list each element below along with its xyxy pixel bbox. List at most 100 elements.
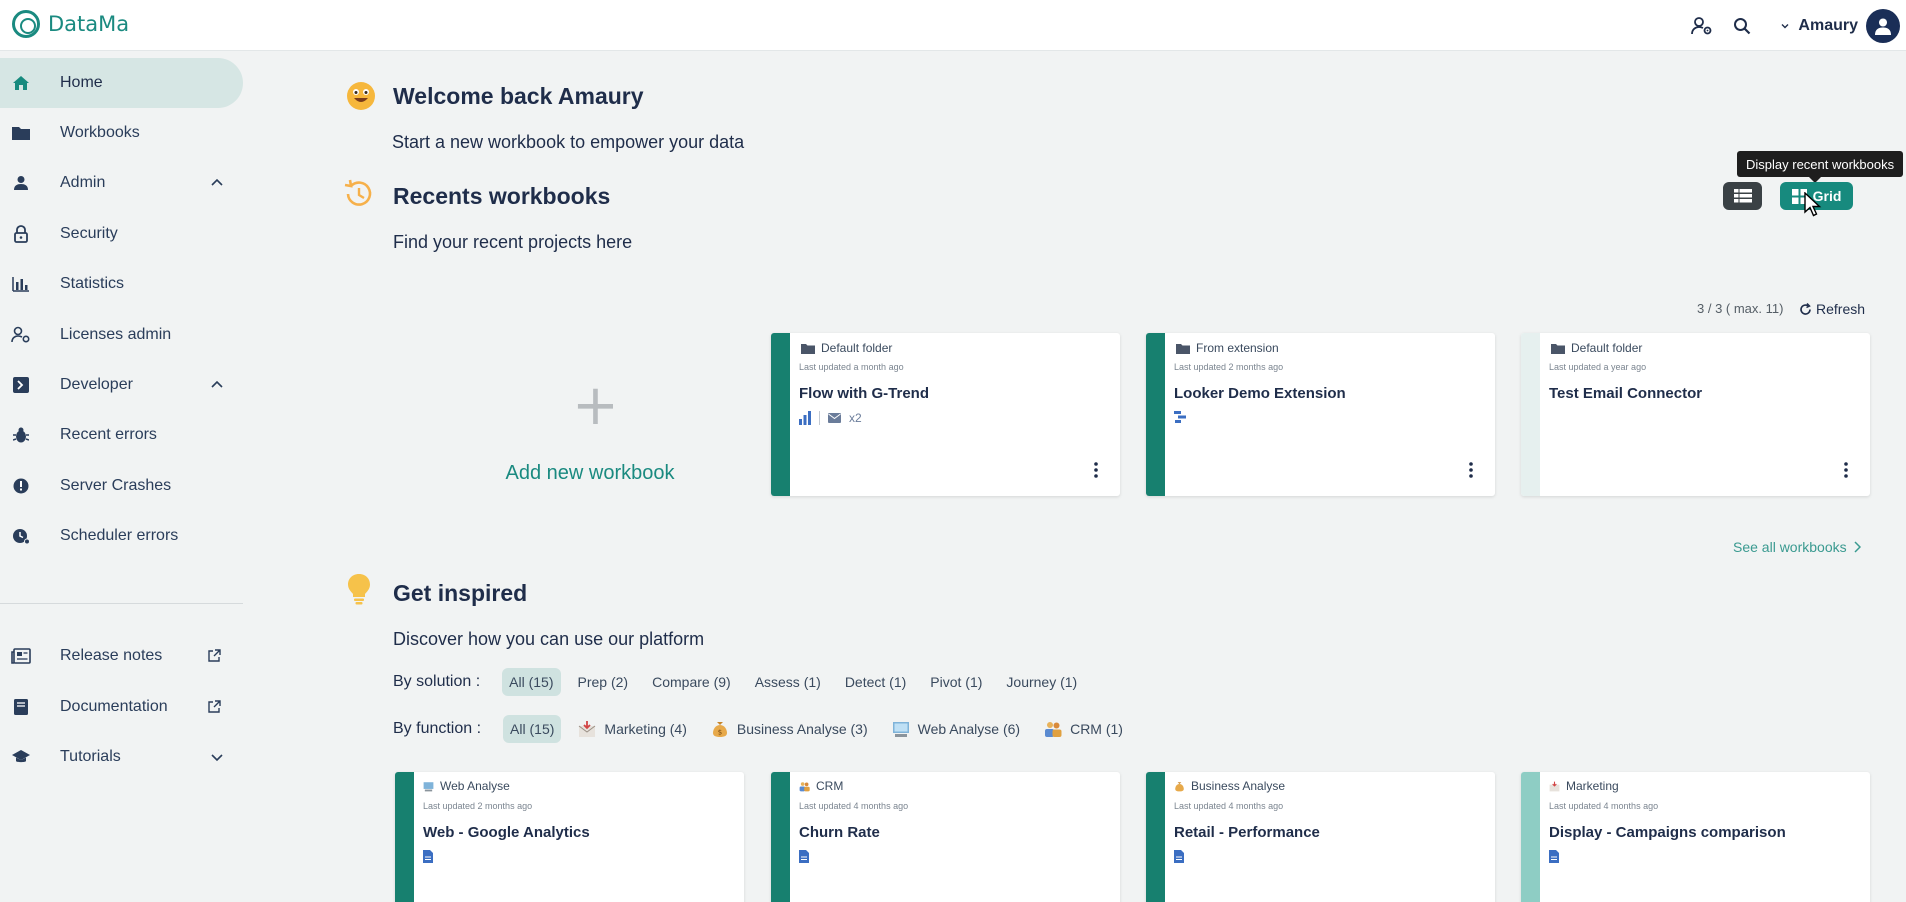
card-accent <box>771 772 790 902</box>
sidebar-item-documentation[interactable]: Documentation <box>0 682 243 732</box>
sidebar-item-admin[interactable]: Admin <box>0 158 243 208</box>
smiley-icon <box>347 82 375 110</box>
chevron-down-icon[interactable] <box>209 749 225 765</box>
workbook-card[interactable]: Default folder Last updated a month ago … <box>771 333 1120 496</box>
card-category: Marketing <box>1566 779 1619 793</box>
template-card[interactable]: Web Analyse Last updated 2 months ago We… <box>395 772 744 902</box>
terminal-icon <box>11 375 31 395</box>
workbook-card[interactable]: Default folder Last updated a year ago T… <box>1521 333 1870 496</box>
chevron-up-icon[interactable] <box>209 175 225 191</box>
card-accent <box>1146 333 1165 496</box>
mouse-cursor-icon <box>1804 192 1822 217</box>
solution-filter: By solution : All (15) Prep (2) Compare … <box>393 668 1094 696</box>
card-title: Web - Google Analytics <box>423 824 590 841</box>
computer-icon <box>892 722 909 737</box>
add-new-workbook[interactable]: + Add new workbook <box>390 333 790 496</box>
sidebar-divider <box>0 603 243 604</box>
workbook-card[interactable]: From extension Last updated 2 months ago… <box>1146 333 1495 496</box>
filter-chip[interactable]: Prep (2) <box>571 668 636 696</box>
filter-chip[interactable]: Web Analyse (6) <box>885 715 1027 743</box>
template-card[interactable]: Marketing Last updated 4 months ago Disp… <box>1521 772 1870 902</box>
user-settings-icon[interactable] <box>1686 10 1718 42</box>
see-all-workbooks-link[interactable]: See all workbooks <box>1733 539 1861 555</box>
sidebar-item-scheduler-errors[interactable]: Scheduler errors <box>0 511 243 561</box>
sidebar-item-statistics[interactable]: Statistics <box>0 259 243 309</box>
sidebar-item-licenses-admin[interactable]: Licenses admin <box>0 310 243 360</box>
card-updated: Last updated 4 months ago <box>1174 801 1284 811</box>
inspired-title: Get inspired <box>393 580 528 606</box>
people-icon <box>799 781 810 791</box>
card-folder-name: Default folder <box>1571 341 1643 355</box>
card-updated: Last updated 2 months ago <box>1174 362 1284 372</box>
sidebar-item-workbooks[interactable]: Workbooks <box>0 108 243 158</box>
app-logo[interactable]: DataMa <box>12 10 129 38</box>
sidebar-item-home[interactable]: Home <box>0 58 243 108</box>
app-name: DataMa <box>48 12 130 36</box>
sidebar-item-label: Tutorials <box>60 748 121 765</box>
filter-chip[interactable]: Detect (1) <box>838 668 913 696</box>
list-view-button[interactable] <box>1723 182 1762 210</box>
list-icon <box>1733 189 1752 203</box>
filter-chip[interactable]: Marketing (4) <box>571 715 693 743</box>
filter-chip[interactable]: Pivot (1) <box>923 668 989 696</box>
alert-gear-icon <box>11 476 31 496</box>
card-updated: Last updated a month ago <box>799 362 904 372</box>
sidebar-item-recent-errors[interactable]: Recent errors <box>0 410 243 460</box>
workbook-count: 3 / 3 ( max. 11) <box>1697 301 1784 316</box>
recents-title: Recents workbooks <box>393 183 611 209</box>
template-card[interactable]: CRM Last updated 4 months ago Churn Rate <box>771 772 1120 902</box>
marketing-icon <box>579 721 596 737</box>
sidebar-item-release-notes[interactable]: Release notes <box>0 631 243 681</box>
sidebar-item-developer[interactable]: Developer <box>0 360 243 410</box>
sidebar-item-label: Recent errors <box>60 426 157 443</box>
more-vertical-icon[interactable] <box>1842 461 1850 479</box>
avatar <box>1866 8 1900 43</box>
card-category: Business Analyse <box>1191 779 1286 793</box>
sidebar-item-security[interactable]: Security <box>0 209 243 259</box>
welcome-title: Welcome back Amaury <box>393 83 644 109</box>
card-accent <box>1146 772 1165 902</box>
sidebar-item-server-crashes[interactable]: Server Crashes <box>0 461 243 511</box>
sidebar-item-tutorials[interactable]: Tutorials <box>0 732 243 782</box>
filter-chip[interactable]: All (15) <box>502 668 561 696</box>
refresh-icon <box>1800 302 1811 315</box>
user-menu[interactable]: Amaury <box>1780 8 1900 43</box>
money-bag-icon <box>1175 781 1184 791</box>
sidebar-item-label: Licenses admin <box>60 326 172 343</box>
filter-chip[interactable]: Journey (1) <box>999 668 1084 696</box>
more-vertical-icon[interactable] <box>1467 461 1475 479</box>
chevron-up-icon[interactable] <box>209 377 225 393</box>
filter-chip[interactable]: Compare (9) <box>645 668 738 696</box>
filter-chip[interactable]: All (15) <box>503 715 562 743</box>
filter-chip[interactable]: Assess (1) <box>748 668 828 696</box>
sidebar-item-label: Release notes <box>60 647 163 664</box>
card-accent <box>395 772 414 902</box>
filter-chip[interactable]: CRM (1) <box>1037 715 1130 743</box>
svg-text:$: $ <box>718 729 722 737</box>
chevron-right-icon <box>1854 541 1861 553</box>
search-icon[interactable] <box>1726 10 1758 42</box>
flow-icon <box>1174 411 1186 423</box>
see-all-label: See all workbooks <box>1733 539 1847 555</box>
user-gear-icon <box>11 325 31 345</box>
more-vertical-icon[interactable] <box>1092 461 1100 479</box>
card-title: Retail - Performance <box>1174 824 1320 841</box>
card-title: Looker Demo Extension <box>1174 385 1346 402</box>
filter-chip-label: All (15) <box>510 721 555 737</box>
home-icon <box>11 73 31 93</box>
graduation-cap-icon <box>11 747 31 767</box>
plus-icon: + <box>572 373 619 438</box>
tooltip: Display recent workbooks <box>1737 151 1904 183</box>
sidebar-item-label: Documentation <box>60 698 168 715</box>
refresh-button[interactable]: Refresh <box>1799 301 1865 317</box>
template-card[interactable]: Business Analyse Last updated 4 months a… <box>1146 772 1495 902</box>
filter-label: By function : <box>393 720 482 737</box>
recents-subtitle: Find your recent projects here <box>393 232 633 252</box>
card-folder-name: From extension <box>1196 341 1279 355</box>
filter-chip[interactable]: $ Business Analyse (3) <box>704 715 875 743</box>
sidebar-item-label: Developer <box>60 376 133 393</box>
card-meta-count: x2 <box>849 411 862 425</box>
card-updated: Last updated 4 months ago <box>799 801 909 811</box>
add-new-workbook-label: Add new workbook <box>505 462 675 484</box>
email-icon <box>828 413 841 423</box>
